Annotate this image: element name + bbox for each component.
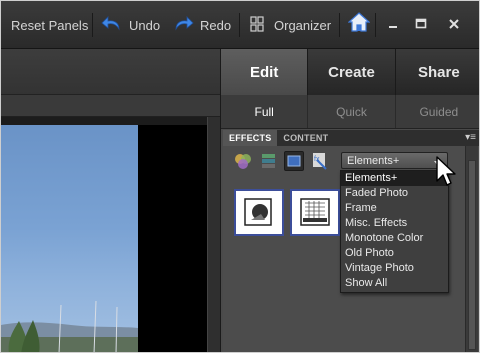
dropdown-option[interactable]: Vintage Photo [341,260,448,275]
layer-styles-icon[interactable] [259,151,279,171]
all-effects-icon[interactable]: fx [310,151,330,171]
dropdown-option-label: Monotone Color [345,232,424,244]
close-icon [448,18,460,33]
effect-preview-icon [300,197,330,226]
tab-share-label: Share [417,63,460,81]
toolbar-divider [375,13,376,37]
effect-thumbnail[interactable] [290,189,340,236]
tab-full-label: Full [254,104,274,119]
panel-menu-icon[interactable]: ▾≡ [465,132,476,143]
canvas-scrollbar[interactable] [207,117,220,352]
dropdown-option[interactable]: Misc. Effects [341,216,448,231]
dropdown-option-label: Frame [345,202,377,215]
reset-panels-label: Reset Panels [11,17,89,33]
tab-guided-label: Guided [419,104,459,119]
home-icon [347,11,371,36]
reset-panels-button[interactable]: Reset Panels [11,14,88,36]
tab-effects[interactable]: EFFECTS [223,130,278,146]
tab-content-label: CONTENT [283,133,329,143]
undo-button[interactable]: Undo [101,14,160,36]
dropdown-option-label: Faded Photo [345,187,408,200]
organizer-button[interactable]: Organizer [250,14,331,36]
tab-edit-label: Edit [249,63,279,81]
dropdown-option[interactable]: Frame [341,201,448,216]
redo-icon [172,15,194,35]
dropdown-option[interactable]: Faded Photo [341,186,448,201]
photo-image [1,125,138,352]
effects-panel: fx Elements+ Elements+ Faded Photo Frame… [223,146,465,352]
redo-button[interactable]: Redo [172,14,231,36]
home-button[interactable] [347,11,371,36]
dropdown-option-label: Old Photo [345,246,394,259]
effects-scrollbar[interactable] [465,146,478,352]
undo-icon [101,15,123,35]
effects-category-value: Elements+ [347,154,400,167]
toolbar-divider [92,13,93,37]
tab-effects-label: EFFECTS [229,133,272,143]
effects-category-select[interactable]: Elements+ [341,152,448,169]
mouse-cursor-icon [436,156,456,193]
dropdown-option[interactable]: Show All [341,275,448,290]
dropdown-option[interactable]: Elements+ [341,171,448,186]
tab-quick[interactable]: Quick [307,95,394,128]
maximize-button[interactable] [415,14,427,36]
toolbar-divider [239,13,240,37]
top-toolbar: Reset Panels Undo Redo Organizer [1,1,479,49]
toolbar-divider [339,13,340,37]
tab-guided[interactable]: Guided [394,95,479,128]
tab-full[interactable]: Full [221,95,307,128]
tab-edit[interactable]: Edit [221,49,309,95]
minimize-icon [387,18,399,33]
app-window: Reset Panels Undo Redo Organizer Edit Cr… [0,0,480,353]
effects-category-dropdown: Elements+ Faded Photo Frame Misc. Effect… [340,170,449,293]
minimize-button[interactable] [387,14,399,36]
effect-thumbnail[interactable] [234,189,284,236]
undo-label: Undo [129,17,161,33]
document-header [1,49,220,95]
panel-tabs: EFFECTS CONTENT ▾≡ [223,130,479,146]
tab-content[interactable]: CONTENT [277,130,334,146]
dropdown-option-label: Elements+ [345,172,398,185]
organizer-icon [250,15,264,35]
edit-mode-tabs: Full Quick Guided [221,95,479,129]
close-button[interactable] [448,14,460,36]
dropdown-option[interactable]: Monotone Color [341,231,448,246]
tab-create-label: Create [328,63,375,81]
svg-text:fx: fx [314,156,320,163]
main-tabs: Edit Create Share [221,49,479,95]
tab-share[interactable]: Share [395,49,479,95]
filters-icon[interactable] [233,151,253,171]
dropdown-option-label: Vintage Photo [345,261,414,274]
photo-effects-icon[interactable] [284,151,304,171]
maximize-icon [415,18,427,33]
panel-bin: Edit Create Share Full Quick Guided EFFE… [220,49,479,352]
options-bar [1,95,220,117]
scrollbar-thumb[interactable] [468,160,476,350]
dropdown-option-label: Show All [345,276,388,289]
dropdown-option-label: Misc. Effects [345,217,408,230]
effect-preview-icon [244,197,272,226]
dropdown-option[interactable]: Old Photo [341,245,448,260]
tab-quick-label: Quick [336,104,367,119]
tab-create[interactable]: Create [308,49,396,95]
redo-label: Redo [200,17,232,33]
organizer-label: Organizer [274,17,332,33]
